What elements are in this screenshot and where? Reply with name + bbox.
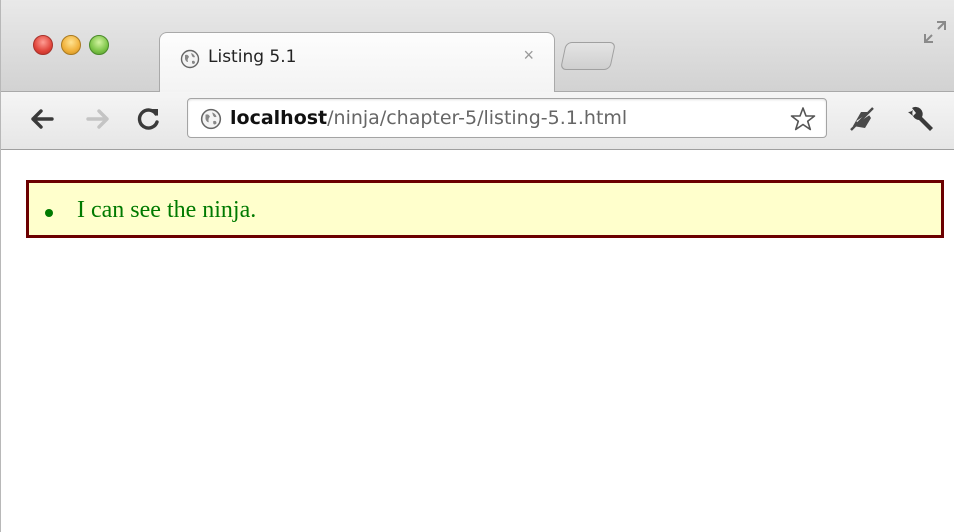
browser-toolbar: localhost/ninja/chapter-5/listing-5.1.ht… — [1, 92, 954, 150]
page-content: I can see the ninja. — [1, 150, 954, 532]
bullet-icon — [45, 209, 53, 217]
result-item: I can see the ninja. — [45, 183, 941, 224]
star-icon[interactable] — [790, 106, 816, 132]
url-text: localhost/ninja/chapter-5/listing-5.1.ht… — [230, 107, 627, 129]
tab-title: Listing 5.1 — [208, 47, 297, 67]
new-tab-button[interactable] — [560, 42, 616, 70]
tab-listing[interactable]: Listing 5.1 × — [159, 32, 555, 92]
results-list: I can see the ninja. — [26, 180, 944, 238]
zoom-window-button[interactable] — [89, 35, 109, 55]
site-info-globe-icon[interactable] — [200, 108, 222, 130]
tab-strip: Listing 5.1 × — [1, 0, 954, 92]
wrench-icon[interactable] — [903, 104, 935, 134]
close-tab-icon[interactable]: × — [523, 45, 534, 66]
browser-window: Listing 5.1 × localhost/ninja/chapter-5/… — [0, 0, 954, 532]
reload-icon[interactable] — [133, 104, 163, 134]
forward-arrow-icon[interactable] — [83, 104, 113, 134]
globe-icon — [180, 49, 200, 69]
back-arrow-icon[interactable] — [27, 104, 57, 134]
address-bar[interactable]: localhost/ninja/chapter-5/listing-5.1.ht… — [187, 98, 827, 138]
extension-icon[interactable] — [847, 104, 877, 134]
fullscreen-icon[interactable] — [921, 18, 949, 46]
close-window-button[interactable] — [33, 35, 53, 55]
url-host: localhost — [230, 107, 328, 129]
minimize-window-button[interactable] — [61, 35, 81, 55]
result-text: I can see the ninja. — [77, 197, 257, 223]
url-path: /ninja/chapter-5/listing-5.1.html — [327, 107, 628, 129]
